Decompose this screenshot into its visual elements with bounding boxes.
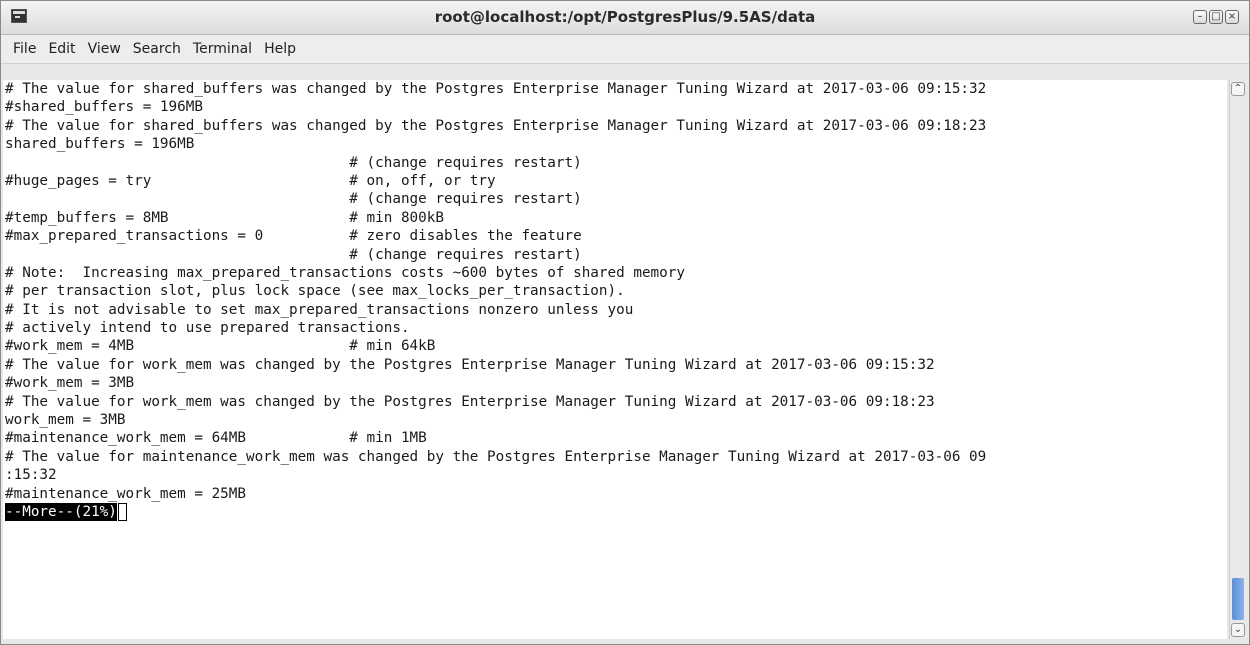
terminal-line: #maintenance_work_mem = 25MB xyxy=(5,485,247,502)
terminal-line: # (change requires restart) xyxy=(5,154,582,171)
terminal-line: # The value for work_mem was changed by … xyxy=(5,393,935,410)
terminal-line: # It is not advisable to set max_prepare… xyxy=(5,301,634,318)
more-prompt: --More--(21%) xyxy=(5,502,117,522)
terminal-line: # The value for work_mem was changed by … xyxy=(5,356,935,373)
scroll-up-arrow-icon[interactable]: ⌃ xyxy=(1231,82,1245,96)
vertical-scrollbar[interactable]: ⌃ ⌄ xyxy=(1229,80,1247,639)
menu-terminal[interactable]: Terminal xyxy=(193,41,252,57)
terminal-line: :15:32 xyxy=(5,467,57,484)
window-controls: – □ × xyxy=(1193,10,1239,24)
minimize-button[interactable]: – xyxy=(1193,10,1207,24)
terminal-line: #huge_pages = try # on, off, or try xyxy=(5,172,496,189)
terminal-line: #work_mem = 4MB # min 64kB xyxy=(5,338,436,355)
close-button[interactable]: × xyxy=(1225,10,1239,24)
menu-bar: File Edit View Search Terminal Help xyxy=(1,35,1249,64)
terminal-line: # actively intend to use prepared transa… xyxy=(5,320,410,337)
menu-help[interactable]: Help xyxy=(264,41,296,57)
menu-file[interactable]: File xyxy=(13,41,36,57)
more-prompt-line: --More--(21%) xyxy=(3,502,1227,522)
terminal-line: # The value for shared_buffers was chang… xyxy=(5,81,987,97)
terminal-line: # per transaction slot, plus lock space … xyxy=(5,283,625,300)
terminal-window: root@localhost:/opt/PostgresPlus/9.5AS/d… xyxy=(0,0,1250,645)
menu-view[interactable]: View xyxy=(88,41,121,57)
terminal-line: work_mem = 3MB xyxy=(5,412,126,429)
maximize-button[interactable]: □ xyxy=(1209,10,1223,24)
scroll-down-arrow-icon[interactable]: ⌄ xyxy=(1231,623,1245,637)
terminal-line: # Note: Increasing max_prepared_transact… xyxy=(5,264,685,281)
menu-search[interactable]: Search xyxy=(133,41,181,57)
terminal-line: # The value for maintenance_work_mem was… xyxy=(5,448,987,465)
menu-edit[interactable]: Edit xyxy=(48,41,75,57)
terminal-line: #maintenance_work_mem = 64MB # min 1MB xyxy=(5,430,427,447)
terminal-line: # (change requires restart) xyxy=(5,246,582,263)
terminal-line: #work_mem = 3MB xyxy=(5,375,135,392)
terminal-line: # The value for shared_buffers was chang… xyxy=(5,117,987,134)
terminal-line: #shared_buffers = 196MB xyxy=(5,99,203,116)
window-title: root@localhost:/opt/PostgresPlus/9.5AS/d… xyxy=(434,8,816,26)
scrollbar-thumb[interactable] xyxy=(1232,578,1244,620)
terminal-line: shared_buffers = 196MB xyxy=(5,136,195,153)
title-bar[interactable]: root@localhost:/opt/PostgresPlus/9.5AS/d… xyxy=(1,1,1249,35)
terminal-line: #max_prepared_transactions = 0 # zero di… xyxy=(5,228,582,245)
text-cursor xyxy=(117,503,127,522)
terminal-output[interactable]: # The value for shared_buffers was chang… xyxy=(3,80,1227,639)
terminal-line: # (change requires restart) xyxy=(5,191,582,208)
terminal-line: #temp_buffers = 8MB # min 800kB xyxy=(5,209,444,226)
